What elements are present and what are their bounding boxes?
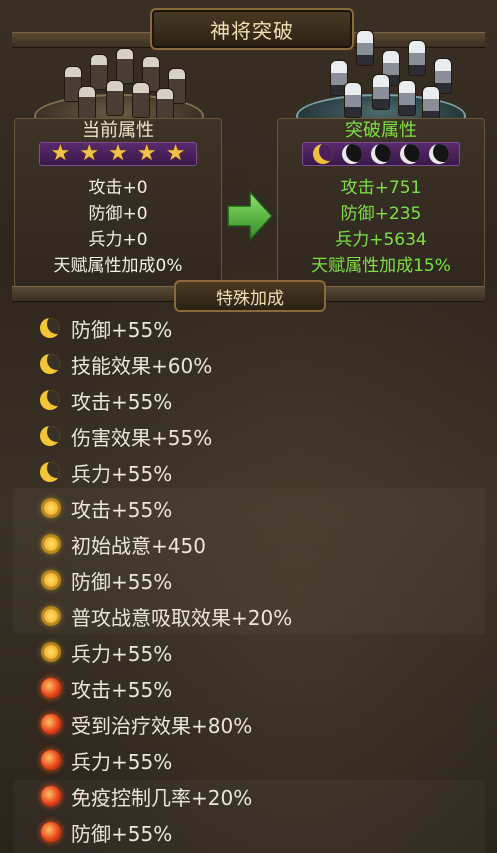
stat-attack: 攻击+751 — [340, 178, 422, 198]
soldier-figure — [422, 86, 440, 122]
moon-empty-icon — [370, 144, 391, 164]
moon-icon — [40, 425, 62, 447]
moon-empty-icon — [428, 144, 449, 164]
special-bonus-header: 特殊加成 — [174, 280, 326, 312]
arrow-right-icon — [227, 190, 274, 242]
breakthrough-attributes-label: 突破属性 — [345, 120, 417, 141]
current-attributes-label: 当前属性 — [82, 120, 154, 141]
fire-orb-icon — [40, 785, 62, 807]
soldier-figure — [106, 80, 124, 116]
star-icon: ★ — [136, 141, 157, 166]
star-rating: ★ ★ ★ ★ ★ — [39, 142, 197, 166]
title-banner: 神将突破 — [150, 8, 354, 50]
breakthrough-screen: 神将突破 当前属性 ★ ★ ★ ★ ★ 攻击+0 防御+0 兵力+0 天赋属性加… — [0, 0, 497, 853]
moon-rating — [302, 142, 460, 166]
fire-orb-icon — [40, 749, 62, 771]
sun-icon — [40, 497, 62, 519]
list-item: 防御+55% — [40, 562, 480, 598]
stat-attack: 攻击+0 — [88, 178, 148, 198]
list-item: 防御+55% — [40, 310, 480, 346]
sun-icon — [40, 641, 62, 663]
stat-talent-bonus: 天赋属性加成0% — [53, 256, 183, 276]
list-item: 攻击+55% — [40, 670, 480, 706]
stat-talent-bonus: 天赋属性加成15% — [311, 256, 451, 276]
current-troops-pedestal — [28, 46, 206, 138]
stat-defense: 防御+235 — [340, 204, 422, 224]
sun-icon — [40, 605, 62, 627]
section-title: 特殊加成 — [216, 288, 284, 309]
star-icon: ★ — [79, 141, 100, 166]
list-item: 兵力+55% — [40, 454, 480, 490]
list-item: 技能效果+60% — [40, 346, 480, 382]
star-icon: ★ — [165, 141, 186, 166]
sun-icon — [40, 569, 62, 591]
moon-icon — [40, 389, 62, 411]
moon-icon — [40, 353, 62, 375]
current-attributes-panel: 当前属性 ★ ★ ★ ★ ★ 攻击+0 防御+0 兵力+0 天赋属性加成0% — [14, 118, 222, 288]
list-item: 受到治疗效果+80% — [40, 706, 480, 742]
moon-icon — [40, 317, 62, 339]
moon-icon — [313, 144, 334, 164]
fire-orb-icon — [40, 821, 62, 843]
stat-troops: 兵力+0 — [88, 230, 148, 250]
list-item: 伤害效果+55% — [40, 418, 480, 454]
soldier-figure — [116, 48, 134, 84]
moon-icon — [40, 461, 62, 483]
breakthrough-stats: 攻击+751 防御+235 兵力+5634 天赋属性加成15% — [278, 175, 484, 279]
soldier-figure — [132, 82, 150, 118]
soldier-figure — [356, 30, 374, 66]
list-item: 防御+55% — [40, 814, 480, 850]
list-item: 初始战意+450 — [40, 526, 480, 562]
star-icon: ★ — [50, 141, 71, 166]
moon-empty-icon — [342, 144, 363, 164]
moon-empty-icon — [399, 144, 420, 164]
list-item: 普攻战意吸取效果+20% — [40, 598, 480, 634]
current-stats: 攻击+0 防御+0 兵力+0 天赋属性加成0% — [15, 175, 221, 279]
soldier-figure — [372, 74, 390, 110]
star-icon: ★ — [108, 141, 128, 166]
list-item: 兵力+55% — [40, 634, 480, 670]
fire-orb-icon — [40, 713, 62, 735]
stat-troops: 兵力+5634 — [335, 230, 427, 250]
fire-orb-icon — [40, 677, 62, 699]
soldier-figure — [408, 40, 426, 76]
list-item: 攻击+55% — [40, 490, 480, 526]
sun-icon — [40, 533, 62, 555]
special-bonus-list: 防御+55% 技能效果+60% 攻击+55% 伤害效果+55% 兵力+55% 攻… — [40, 310, 480, 850]
list-item: 免疫控制几率+20% — [40, 778, 480, 814]
soldier-figure — [398, 80, 416, 116]
stat-defense: 防御+0 — [88, 204, 148, 224]
soldier-figure — [78, 86, 96, 122]
breakthrough-troops-pedestal — [290, 30, 468, 138]
soldier-figure — [344, 82, 362, 118]
list-item: 兵力+55% — [40, 742, 480, 778]
page-title: 神将突破 — [210, 18, 294, 43]
list-item: 攻击+55% — [40, 382, 480, 418]
breakthrough-attributes-panel: 突破属性 攻击+751 防御+235 兵力+5634 天赋属性加成15% — [277, 118, 485, 288]
